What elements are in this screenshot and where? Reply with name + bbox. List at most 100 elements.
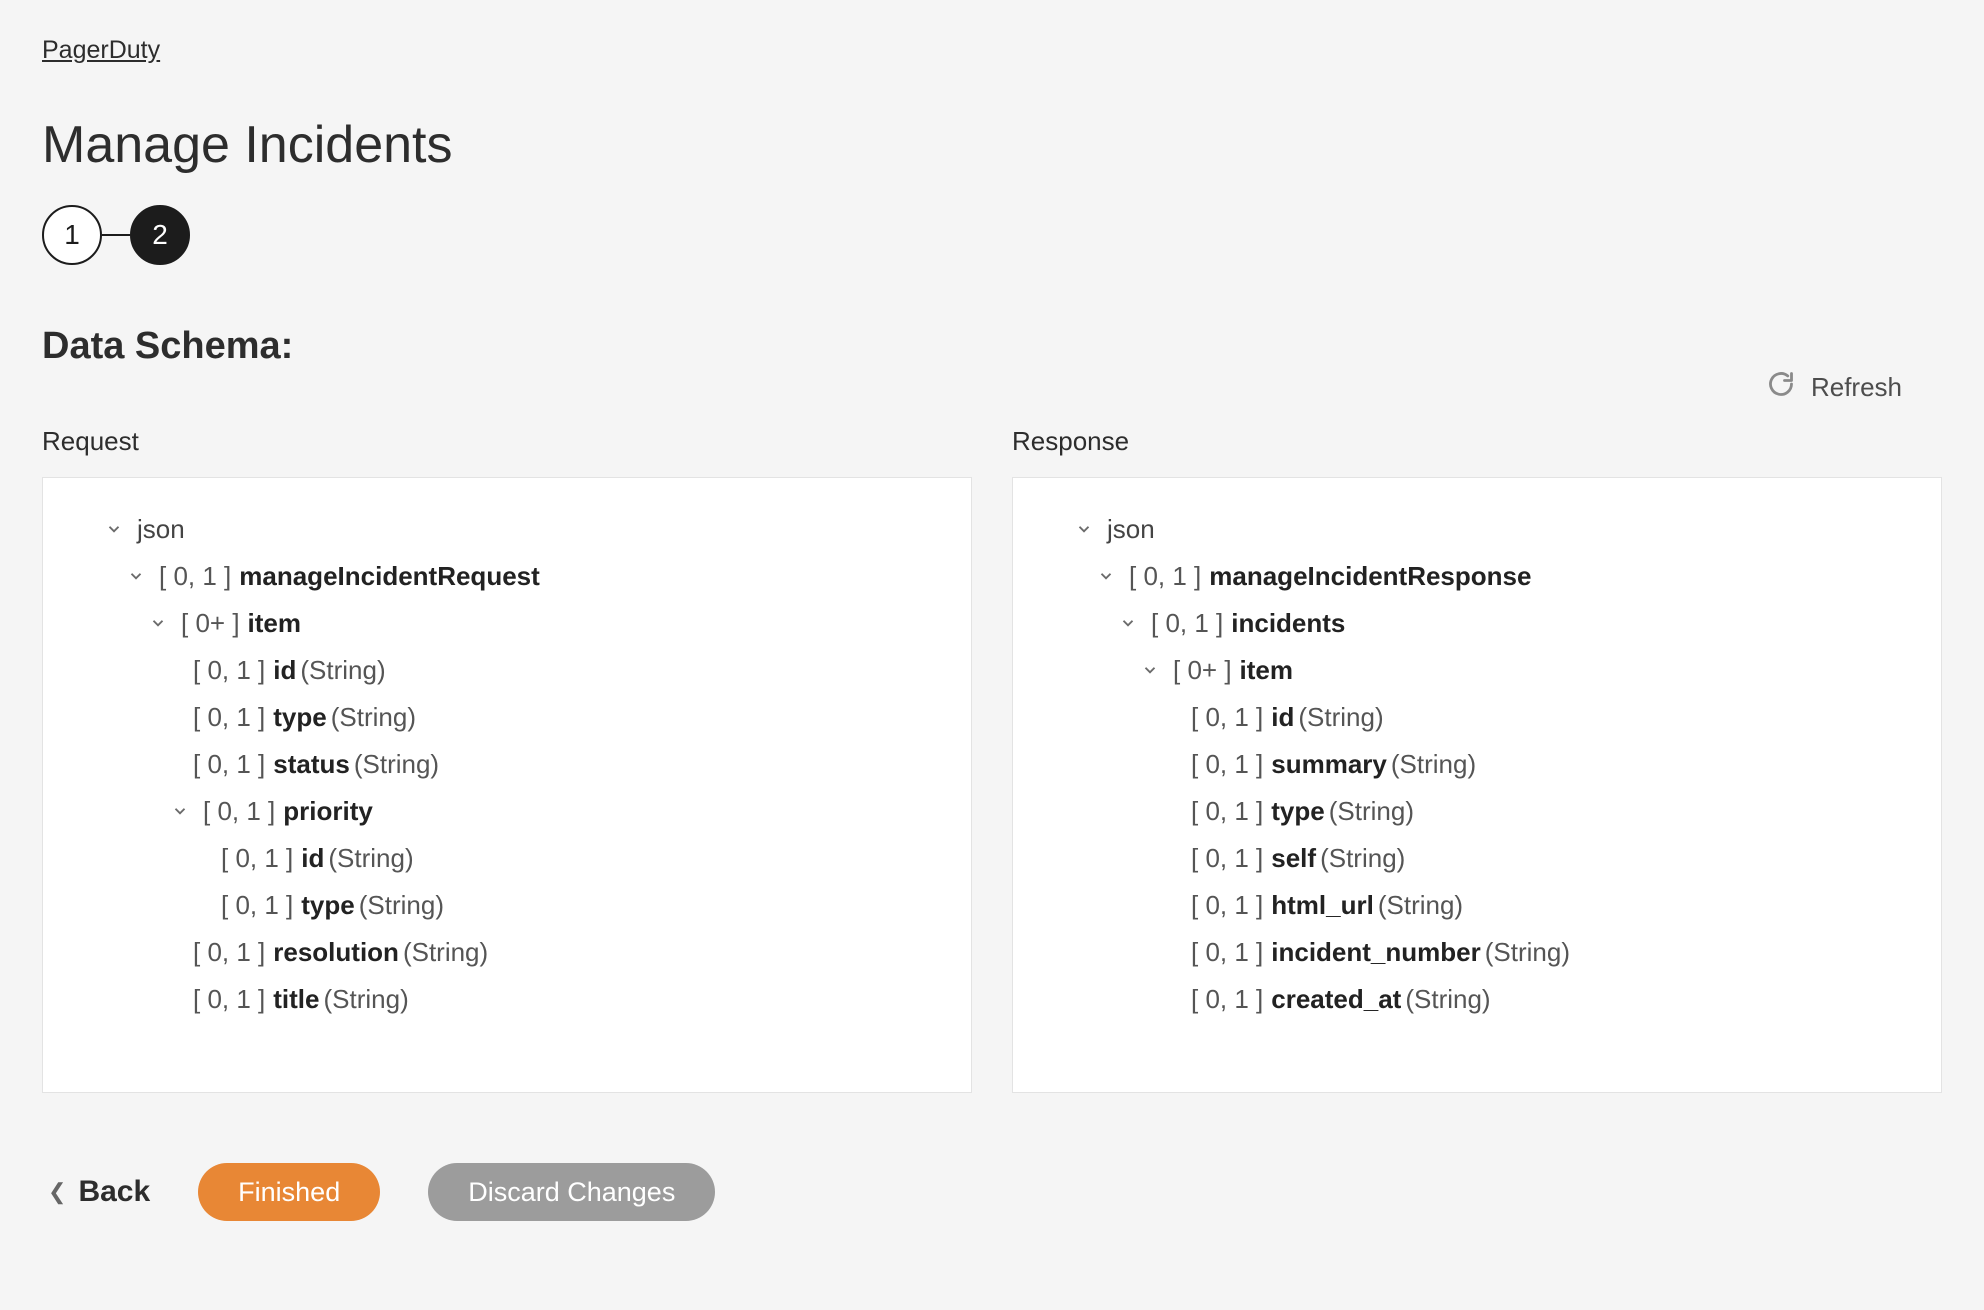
cardinality: [ 0, 1 ]: [1129, 563, 1201, 589]
cardinality: [ 0, 1 ]: [1191, 751, 1263, 777]
tree-row[interactable]: [ 0, 1 ] summary (String): [1191, 741, 1907, 788]
chevron-down-icon: [1071, 516, 1097, 542]
chevron-down-icon: [145, 610, 171, 636]
tree-node-label: type: [1271, 798, 1324, 824]
tree-row[interactable]: [ 0+ ] item: [145, 600, 937, 647]
page-title: Manage Incidents: [42, 115, 1942, 175]
tree-node-label: manageIncidentResponse: [1209, 563, 1531, 589]
tree-node-label: type: [273, 704, 326, 730]
cardinality: [ 0, 1 ]: [193, 986, 265, 1012]
cardinality: [ 0+ ]: [1173, 657, 1232, 683]
tree-row[interactable]: [ 0, 1 ] id (String): [193, 647, 937, 694]
response-panel: json [ 0, 1 ] manageIncidentResponse [ 0…: [1012, 477, 1942, 1093]
tree-node-label: summary: [1271, 751, 1387, 777]
tree-node-label: status: [273, 751, 350, 777]
tree-row[interactable]: [ 0, 1 ] self (String): [1191, 835, 1907, 882]
tree-node-label: title: [273, 986, 319, 1012]
tree-node-label: id: [301, 845, 324, 871]
tree-node-label: self: [1271, 845, 1316, 871]
step-connector: [102, 234, 130, 236]
breadcrumb[interactable]: PagerDuty: [42, 36, 160, 65]
cardinality: [ 0, 1 ]: [1191, 845, 1263, 871]
chevron-down-icon: [101, 516, 127, 542]
cardinality: [ 0, 1 ]: [1191, 986, 1263, 1012]
refresh-icon: [1767, 370, 1811, 405]
refresh-button[interactable]: Refresh: [1767, 370, 1902, 405]
cardinality: [ 0, 1 ]: [193, 751, 265, 777]
tree-row[interactable]: [ 0, 1 ] type (String): [1191, 788, 1907, 835]
tree-node-label: id: [273, 657, 296, 683]
cardinality: [ 0, 1 ]: [159, 563, 231, 589]
refresh-label: Refresh: [1811, 372, 1902, 403]
tree-row[interactable]: [ 0, 1 ] html_url (String): [1191, 882, 1907, 929]
tree-node-label: manageIncidentRequest: [239, 563, 540, 589]
chevron-down-icon: [1137, 657, 1163, 683]
tree-row[interactable]: [ 0, 1 ] title (String): [193, 976, 937, 1023]
step-2[interactable]: 2: [130, 205, 190, 265]
tree-node-type: (String): [1378, 892, 1463, 918]
section-title: Data Schema:: [42, 325, 1942, 368]
tree-node-type: (String): [324, 986, 409, 1012]
cardinality: [ 0, 1 ]: [193, 704, 265, 730]
tree-row[interactable]: [ 0, 1 ] id (String): [221, 835, 937, 882]
cardinality: [ 0, 1 ]: [193, 657, 265, 683]
tree-node-label: priority: [283, 798, 373, 824]
tree-row[interactable]: [ 0, 1 ] incidents: [1115, 600, 1907, 647]
tree-row[interactable]: json: [101, 506, 937, 553]
cardinality: [ 0, 1 ]: [221, 892, 293, 918]
tree-node-label: type: [301, 892, 354, 918]
chevron-down-icon: [167, 798, 193, 824]
tree-node-type: (String): [300, 657, 385, 683]
tree-node-label: json: [137, 516, 185, 542]
cardinality: [ 0, 1 ]: [1191, 704, 1263, 730]
tree-row[interactable]: json: [1071, 506, 1907, 553]
cardinality: [ 0, 1 ]: [1191, 939, 1263, 965]
cardinality: [ 0, 1 ]: [193, 939, 265, 965]
cardinality: [ 0, 1 ]: [1191, 798, 1263, 824]
tree-row[interactable]: [ 0, 1 ] manageIncidentRequest: [123, 553, 937, 600]
tree-row[interactable]: [ 0, 1 ] resolution (String): [193, 929, 937, 976]
cardinality: [ 0+ ]: [181, 610, 240, 636]
tree-node-label: item: [1240, 657, 1293, 683]
tree-row[interactable]: [ 0, 1 ] priority: [167, 788, 937, 835]
chevron-left-icon: ❮: [48, 1179, 66, 1205]
tree-node-label: incidents: [1231, 610, 1345, 636]
wizard-stepper: 1 2: [42, 205, 1942, 265]
tree-node-label: resolution: [273, 939, 399, 965]
tree-row[interactable]: [ 0, 1 ] status (String): [193, 741, 937, 788]
chevron-down-icon: [123, 563, 149, 589]
tree-row[interactable]: [ 0, 1 ] manageIncidentResponse: [1093, 553, 1907, 600]
discard-changes-button[interactable]: Discard Changes: [428, 1163, 715, 1221]
tree-node-label: id: [1271, 704, 1294, 730]
tree-node-type: (String): [1405, 986, 1490, 1012]
tree-node-label: created_at: [1271, 986, 1401, 1012]
tree-row[interactable]: [ 0, 1 ] id (String): [1191, 694, 1907, 741]
tree-node-type: (String): [1391, 751, 1476, 777]
tree-node-type: (String): [403, 939, 488, 965]
tree-node-type: (String): [1320, 845, 1405, 871]
tree-node-type: (String): [359, 892, 444, 918]
tree-row[interactable]: [ 0, 1 ] type (String): [193, 694, 937, 741]
step-1[interactable]: 1: [42, 205, 102, 265]
tree-row[interactable]: [ 0, 1 ] created_at (String): [1191, 976, 1907, 1023]
tree-node-label: item: [248, 610, 301, 636]
chevron-down-icon: [1093, 563, 1119, 589]
tree-node-type: (String): [1298, 704, 1383, 730]
tree-node-type: (String): [1485, 939, 1570, 965]
tree-node-label: html_url: [1271, 892, 1374, 918]
request-label: Request: [42, 426, 972, 457]
finished-button[interactable]: Finished: [198, 1163, 380, 1221]
back-button[interactable]: ❮ Back: [48, 1175, 150, 1209]
tree-row[interactable]: [ 0+ ] item: [1137, 647, 1907, 694]
cardinality: [ 0, 1 ]: [203, 798, 275, 824]
tree-node-label: incident_number: [1271, 939, 1480, 965]
tree-node-type: (String): [328, 845, 413, 871]
tree-row[interactable]: [ 0, 1 ] type (String): [221, 882, 937, 929]
tree-row[interactable]: [ 0, 1 ] incident_number (String): [1191, 929, 1907, 976]
tree-node-type: (String): [1329, 798, 1414, 824]
cardinality: [ 0, 1 ]: [1191, 892, 1263, 918]
tree-node-label: json: [1107, 516, 1155, 542]
request-panel: json [ 0, 1 ] manageIncidentRequest [ 0+…: [42, 477, 972, 1093]
cardinality: [ 0, 1 ]: [1151, 610, 1223, 636]
chevron-down-icon: [1115, 610, 1141, 636]
